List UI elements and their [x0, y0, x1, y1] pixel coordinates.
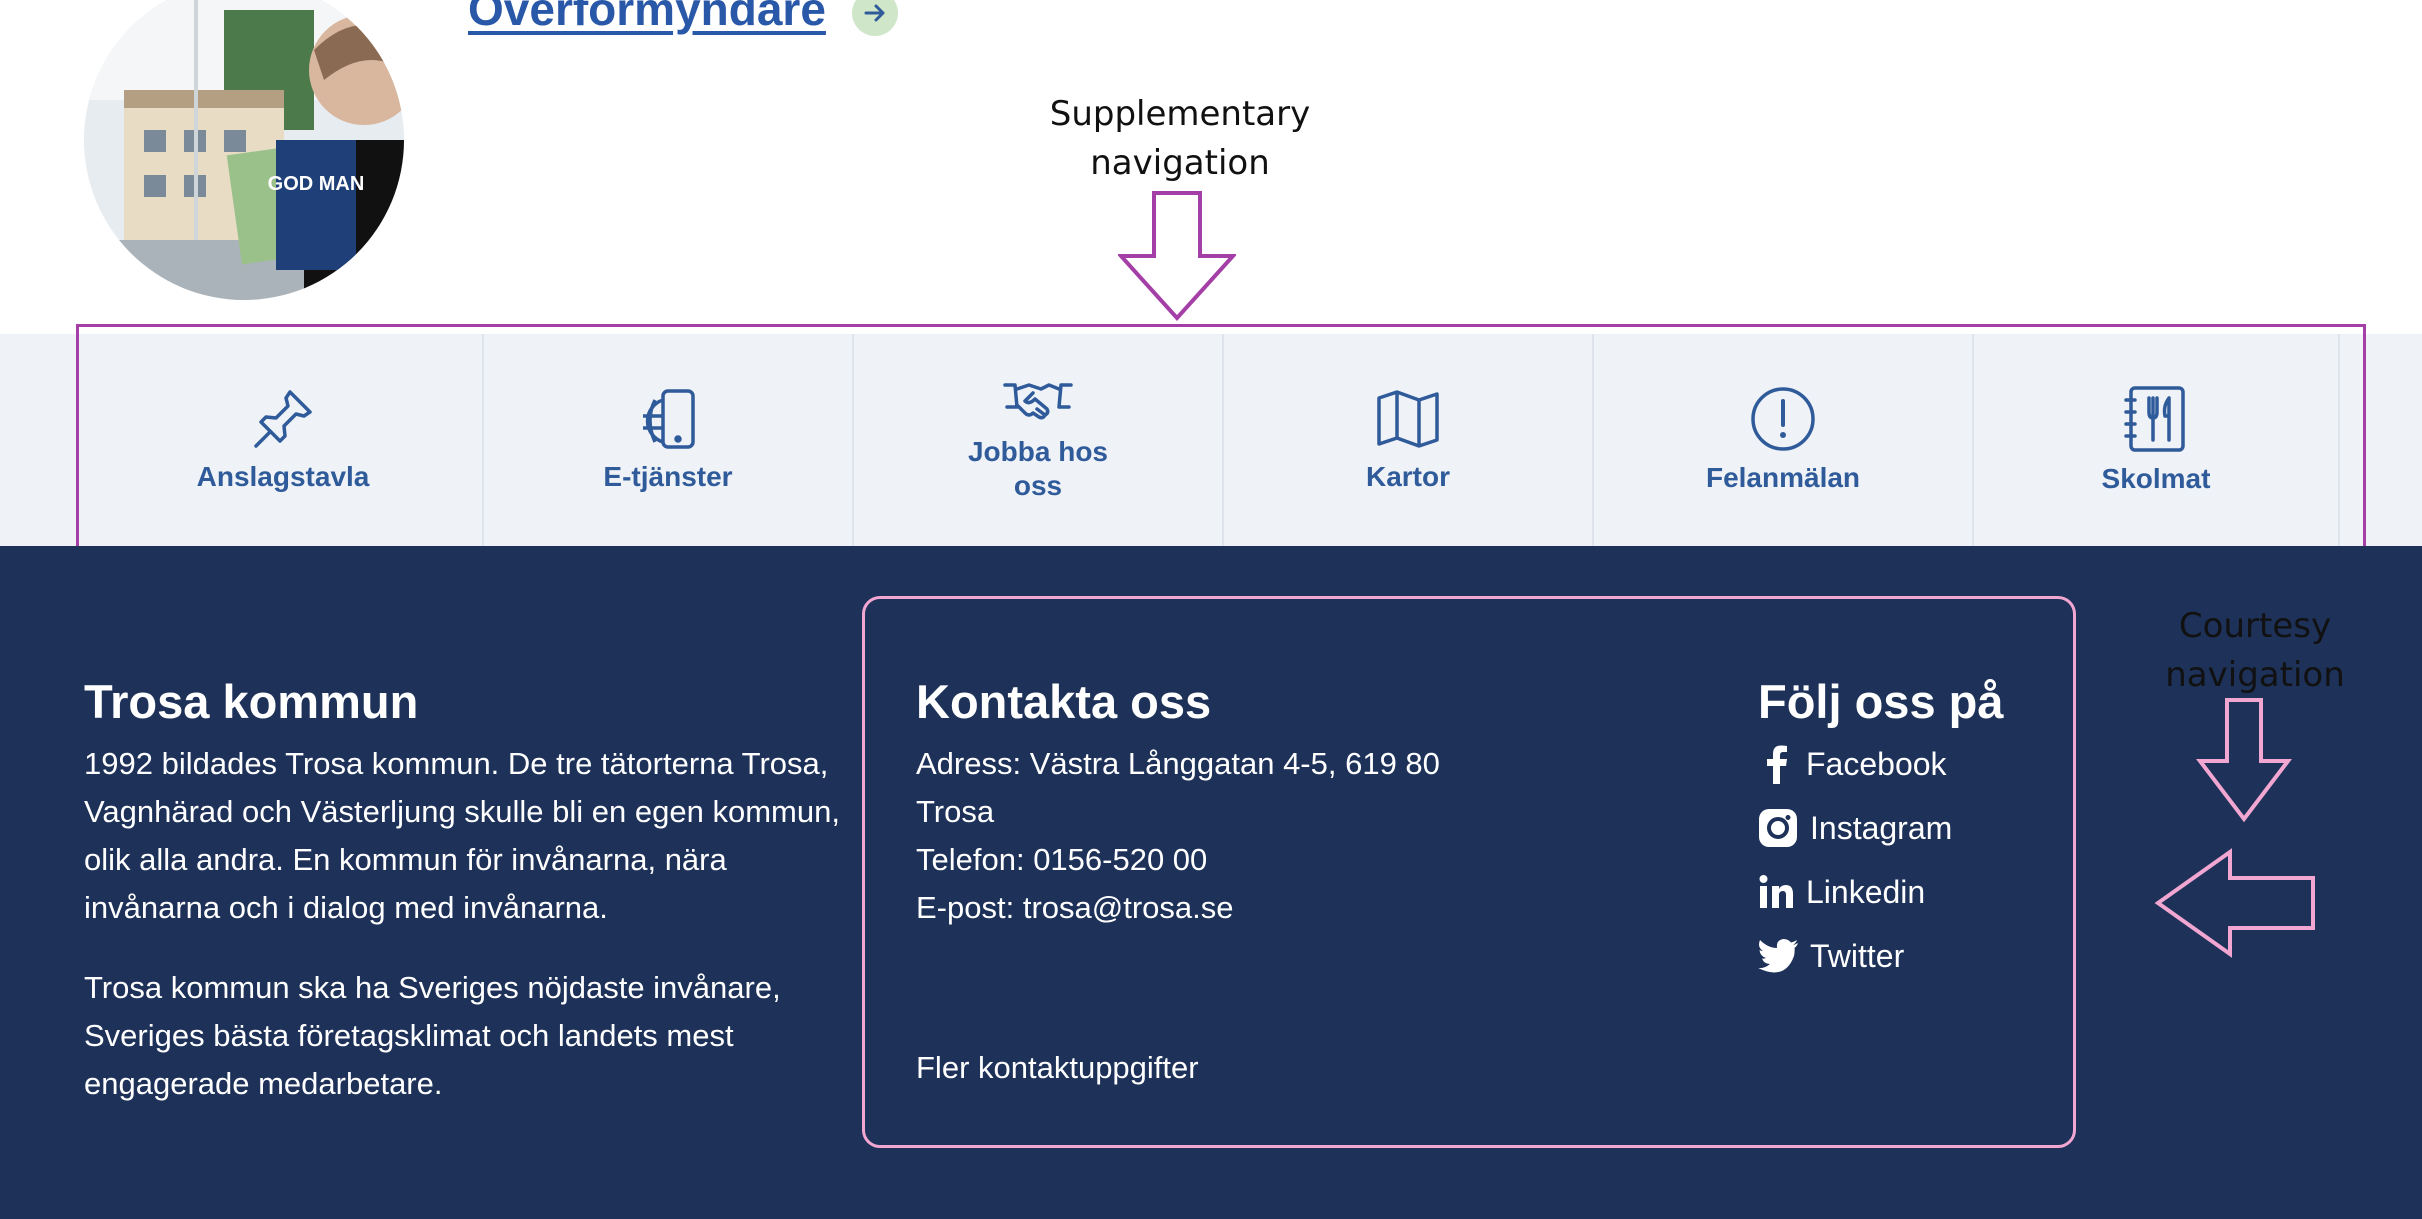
- courtesy-annotation-label: Courtesy navigation: [2100, 602, 2410, 700]
- footer-contact-address: Adress: Västra Långgatan 4-5, 619 80 Tro…: [916, 746, 1440, 829]
- facebook-icon: [1767, 745, 1787, 784]
- pushpin-icon: [254, 390, 312, 448]
- footer-contact-email-row: E-post: trosa@trosa.se: [916, 884, 1234, 932]
- supplementary-annotation-label: Supplementary navigation: [1000, 90, 1360, 188]
- nav-label: Kartor: [1365, 461, 1450, 492]
- down-arrow-annotation-icon: [1118, 191, 1236, 321]
- globe-tablet-icon: [643, 389, 695, 449]
- left-arrow-courtesy-icon: [2154, 848, 2315, 958]
- social-link[interactable]: Facebook: [1806, 746, 1947, 783]
- nav-label: E-tjänster: [603, 461, 733, 492]
- linkedin-icon: [1759, 875, 1793, 908]
- nav-label: Skolmat: [2101, 463, 2211, 494]
- map-icon: [1377, 390, 1439, 448]
- book-title: GOD MAN: [268, 173, 365, 195]
- arrow-right-icon[interactable]: [852, 0, 898, 36]
- footer-contact-title: Kontakta oss: [916, 675, 1212, 728]
- nav-item-e-tjanster[interactable]: E-tjänster: [484, 334, 854, 546]
- nav-item-kartor[interactable]: Kartor: [1224, 334, 1594, 546]
- footer-contact-phone: Telefon: 0156-520 00: [916, 842, 1208, 877]
- hero-photo-image: GOD MAN: [84, 0, 404, 300]
- social-link[interactable]: Instagram: [1810, 810, 1952, 847]
- nav-item-anslagstavla[interactable]: Anslagstavla: [84, 334, 484, 546]
- footer-about-paragraph1: 1992 bildades Trosa kommun. De tre tätor…: [84, 746, 840, 925]
- footer-about-title: Trosa kommun: [84, 675, 419, 728]
- nav-item-jobba-hos-oss[interactable]: Jobba hos oss: [854, 334, 1224, 546]
- courtesy-annotation-line2: navigation: [2165, 655, 2345, 695]
- nav-label: Jobba hos oss: [967, 436, 1108, 501]
- social-link[interactable]: Linkedin: [1806, 874, 1925, 911]
- email-link[interactable]: trosa@trosa.se: [1023, 890, 1234, 925]
- footer-about-paragraph2: Trosa kommun ska ha Sveriges nöjdaste in…: [84, 970, 781, 1101]
- nav-label: Felanmälan: [1705, 462, 1861, 493]
- social-item-instagram[interactable]: Instagram: [1758, 796, 1952, 860]
- social-item-facebook[interactable]: Facebook: [1758, 732, 1952, 796]
- email-label: E-post:: [916, 890, 1023, 925]
- social-item-twitter[interactable]: Twitter: [1758, 924, 1952, 988]
- instagram-icon: [1759, 809, 1797, 847]
- down-arrow-courtesy-icon: [2196, 698, 2292, 823]
- overformyndare-link[interactable]: Överförmyndare: [468, 0, 826, 36]
- nav-label: Anslagstavla: [196, 461, 370, 492]
- footer-social-title: Följ oss på: [1758, 675, 2004, 728]
- exclamation-circle-icon: [1751, 387, 1815, 451]
- more-contact-row: Fler kontaktuppgifter: [916, 1044, 1199, 1092]
- hero-photo: GOD MAN: [84, 0, 404, 300]
- nav-item-felanmalan[interactable]: Felanmälan: [1594, 334, 1974, 546]
- courtesy-annotation-line1: Courtesy: [2178, 606, 2332, 646]
- social-item-linkedin[interactable]: Linkedin: [1758, 860, 1952, 924]
- social-list: Facebook Instagram Linkedin Twitter: [1758, 732, 1952, 988]
- menu-cutlery-icon: [2124, 386, 2185, 452]
- supplementary-annotation-line1: Supplementary: [1049, 94, 1311, 134]
- nav-item-skolmat[interactable]: Skolmat: [1974, 334, 2340, 546]
- twitter-icon: [1758, 939, 1798, 973]
- supplementary-annotation-line2: navigation: [1090, 143, 1270, 183]
- more-contact-link[interactable]: Fler kontaktuppgifter: [916, 1050, 1199, 1085]
- social-link[interactable]: Twitter: [1810, 938, 1904, 975]
- handshake-icon: [1003, 383, 1073, 420]
